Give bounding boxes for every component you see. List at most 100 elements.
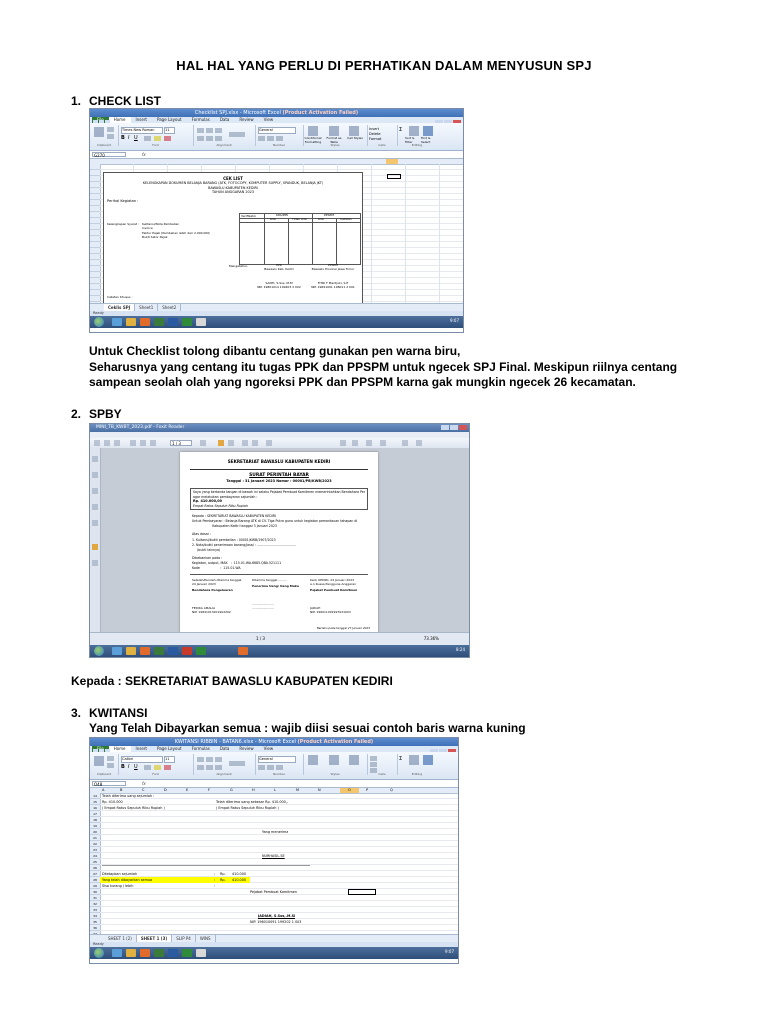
align-right-icon[interactable] [215, 765, 222, 770]
excel-taskbar-icon-2[interactable] [182, 318, 192, 326]
format-as-table-icon[interactable] [329, 126, 339, 136]
align-center-icon[interactable] [206, 765, 213, 770]
ie-icon[interactable] [112, 949, 122, 957]
name-box[interactable]: O48 [92, 781, 126, 787]
select-tool-icon[interactable] [228, 440, 234, 446]
italic-icon[interactable]: I [128, 135, 129, 141]
app-taskbar-icon-2[interactable] [238, 647, 248, 655]
format-cells-button[interactable]: Format [369, 137, 381, 141]
page-input[interactable]: 1 / 3 [170, 440, 192, 446]
media-icon[interactable] [140, 647, 150, 655]
cut-icon[interactable] [107, 756, 114, 761]
reader-document-area[interactable]: SEKRETARIAT BAWASLU KABUPATEN KEDIRI SUR… [90, 448, 469, 633]
delete-cells-icon[interactable] [370, 762, 377, 767]
active-cell[interactable] [387, 174, 401, 179]
active-cell[interactable] [348, 889, 376, 895]
open-icon[interactable] [94, 440, 100, 446]
borders-icon[interactable] [144, 136, 151, 141]
zoom-out-icon[interactable] [252, 440, 258, 446]
word-taskbar-icon[interactable] [168, 949, 178, 957]
insert-cells-button[interactable]: Insert [369, 127, 379, 131]
comma-icon[interactable] [276, 765, 283, 770]
fill-color-icon[interactable] [154, 136, 161, 141]
media-icon[interactable] [140, 318, 150, 326]
app-taskbar-icon[interactable] [196, 318, 206, 326]
fx-icon[interactable]: fx [142, 780, 146, 787]
next-page-icon[interactable] [140, 440, 146, 446]
merge-center-icon[interactable] [229, 132, 245, 137]
status-page-indicator[interactable]: 1 / 3 [256, 636, 265, 642]
rotate-icon[interactable] [366, 440, 372, 446]
cells-area[interactable]: Telah diterima uang sejumlah : Rp. 410.0… [100, 793, 458, 934]
cell-text[interactable]: Yang menerima [262, 829, 288, 835]
sheet-tab[interactable]: WINS [196, 935, 216, 942]
sheet-tab[interactable]: Sheet1 [135, 304, 159, 311]
comment-icon[interactable] [402, 440, 408, 446]
copy-icon[interactable] [107, 763, 114, 768]
zoom-in-icon[interactable] [242, 440, 248, 446]
align-left-icon[interactable] [197, 765, 204, 770]
explorer-icon[interactable] [126, 949, 136, 957]
font-size-select[interactable]: 11 [164, 756, 175, 763]
format-as-table-icon[interactable] [329, 755, 339, 765]
excel-taskbar-icon[interactable] [154, 318, 164, 326]
cell-text[interactable]: NURHASIL.SE [262, 853, 285, 859]
signatures-icon[interactable] [92, 520, 98, 526]
foxit-taskbar-icon[interactable] [182, 647, 192, 655]
align-center-icon[interactable] [206, 136, 213, 141]
comma-icon[interactable] [276, 136, 283, 141]
fit-width-icon[interactable] [352, 440, 358, 446]
percent-icon[interactable] [267, 765, 274, 770]
underline-icon[interactable]: U [134, 764, 138, 770]
autosum-icon[interactable]: Σ [399, 756, 402, 762]
cell-text[interactable]: Pejabat Pembuat Komitmen [250, 889, 297, 895]
sort-filter-icon[interactable] [409, 126, 419, 136]
pages-icon[interactable] [92, 472, 98, 478]
delete-cells-button[interactable]: Delete [369, 132, 381, 136]
italic-icon[interactable]: I [128, 764, 129, 770]
prev-page-icon[interactable] [130, 440, 136, 446]
font-name-select[interactable]: Calibri [121, 756, 163, 763]
excel-taskbar-icon-2[interactable] [182, 949, 192, 957]
font-color-icon[interactable] [164, 765, 171, 770]
hand-tool-icon[interactable] [218, 440, 224, 446]
ie-icon[interactable] [112, 647, 122, 655]
fit-page-icon[interactable] [340, 440, 346, 446]
align-top-icon[interactable] [197, 757, 204, 762]
number-format-select[interactable]: General [258, 756, 296, 763]
align-bottom-icon[interactable] [215, 757, 222, 762]
typewriter-icon[interactable] [380, 440, 386, 446]
last-page-icon[interactable] [200, 440, 206, 446]
percent-icon[interactable] [267, 136, 274, 141]
layers-icon[interactable] [92, 488, 98, 494]
excel-taskbar-icon[interactable] [154, 647, 164, 655]
fx-icon[interactable]: fx [142, 151, 146, 158]
align-bottom-icon[interactable] [215, 128, 222, 133]
align-middle-icon[interactable] [206, 757, 213, 762]
cell-text[interactable]: ( Empat Ratus Sepuluh Ribu Rupiah ) [102, 805, 165, 811]
cell-styles-icon[interactable] [349, 755, 359, 765]
number-format-select[interactable]: General [258, 127, 296, 134]
print-icon[interactable] [114, 440, 120, 446]
cell-text[interactable]: ( Empat Ratus Sepuluh Ribu Rupiah ) [216, 805, 279, 811]
media-icon[interactable] [140, 949, 150, 957]
sheet-tab[interactable]: Sheet2 [158, 304, 182, 311]
attachments-icon[interactable] [92, 504, 98, 510]
font-size-select[interactable]: 11 [164, 127, 175, 134]
comments-icon[interactable] [92, 544, 98, 550]
ie-icon[interactable] [112, 318, 122, 326]
sort-filter-icon[interactable] [409, 755, 419, 765]
bold-icon[interactable]: B [121, 135, 125, 141]
cells-area[interactable]: CEK LIST KELENGKAPAN DOKUMEN BELANJA BAR… [100, 164, 463, 308]
font-name-select[interactable]: Times New Roman [121, 127, 163, 134]
start-button-icon[interactable] [94, 317, 104, 327]
underline-icon[interactable]: U [134, 135, 138, 141]
sheet-tab[interactable]: SLIP P4 [172, 935, 196, 942]
search-panel-icon[interactable] [92, 560, 98, 566]
borders-icon[interactable] [144, 765, 151, 770]
spreadsheet-grid[interactable]: ABCDEFGHLMNOPQ 14 15 16 17 18 19 20 21 22 23 24 25 2… [90, 788, 458, 937]
fill-color-icon[interactable] [154, 765, 161, 770]
align-middle-icon[interactable] [206, 128, 213, 133]
sheet-tab[interactable]: SHEET 1 (3) [136, 935, 173, 942]
paste-icon[interactable] [94, 756, 104, 766]
